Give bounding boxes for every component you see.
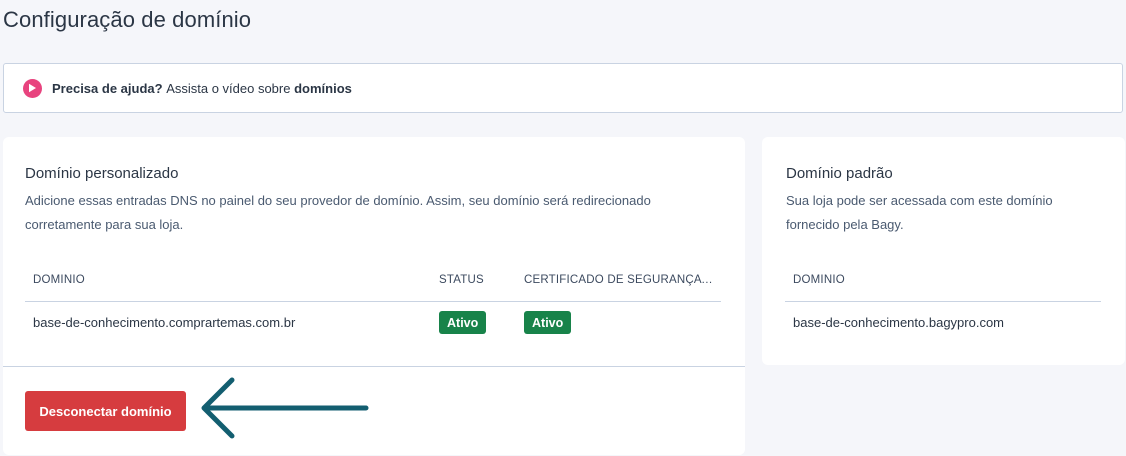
ssl-status-badge: Ativo	[524, 311, 572, 334]
table-header-divider	[785, 301, 1101, 302]
annotation-arrow-icon	[201, 377, 369, 439]
help-video-link[interactable]: domínios	[294, 81, 352, 96]
card-footer-divider	[3, 366, 745, 367]
help-banner: Precisa de ajuda? Assista o vídeo sobre …	[3, 63, 1123, 113]
default-domain-card: Domínio padrão Sua loja pode ser acessad…	[762, 137, 1125, 365]
column-header-status: STATUS	[439, 274, 484, 286]
domain-cell: base-de-conhecimento.bagypro.com	[793, 315, 1005, 330]
default-domain-description-line1: Sua loja pode ser acessada com este domí…	[786, 193, 1053, 208]
help-text: Assista o vídeo sobre	[166, 80, 291, 96]
default-domain-title: Domínio padrão	[786, 165, 893, 182]
custom-domain-description-line1: Adicione essas entradas DNS no painel do…	[25, 193, 651, 208]
disconnect-domain-button[interactable]: Desconectar domínio	[25, 391, 186, 431]
custom-domain-title: Domínio personalizado	[25, 165, 179, 182]
column-header-domain: DOMÍNIO	[793, 274, 845, 286]
column-header-domain: DOMÍNIO	[33, 274, 85, 286]
play-circle-icon[interactable]	[23, 78, 42, 98]
status-badge: Ativo	[439, 311, 487, 334]
column-header-ssl-certificate: CERTIFICADO DE SEGURANÇA (SSL)	[524, 274, 715, 286]
domain-cell: base-de-conhecimento.comprartemas.com.br	[33, 315, 296, 330]
custom-domain-card: Domínio personalizado Adicione essas ent…	[3, 137, 745, 455]
help-bold-text: Precisa de ajuda?	[52, 80, 163, 96]
page-title: Configuração de domínio	[3, 7, 252, 32]
custom-domain-description-line2: corretamente para sua loja.	[25, 217, 184, 232]
table-header-divider	[25, 301, 721, 302]
default-domain-description-line2: fornecido pela Bagy.	[786, 217, 904, 232]
